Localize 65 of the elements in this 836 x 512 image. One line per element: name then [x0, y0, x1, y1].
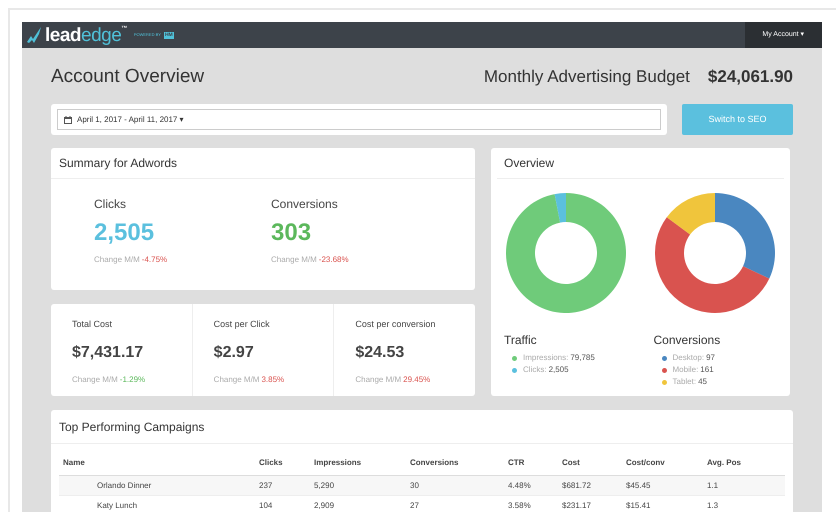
change-label: Change M/M [271, 254, 317, 266]
change-value: -1.29% [120, 374, 146, 386]
change-label: Change M/M [355, 374, 402, 386]
metric-label: Cost per conversion [355, 318, 436, 331]
change-label: Change M/M [214, 374, 260, 386]
metric-label: Cost per Click [214, 318, 271, 331]
table-cell-text: 1.1 [707, 480, 720, 492]
metric-value: $7,431.17 [72, 342, 144, 362]
column-header: Avg. Pos [707, 456, 742, 468]
date-range-field[interactable]: April 1, 2017 - April 11, 2017 ▾ [57, 109, 661, 130]
legend-value: 97 [706, 352, 715, 364]
change-value: 3.85% [261, 374, 284, 386]
table-cell-text: 4.48% [508, 480, 532, 492]
column-header: Clicks [259, 456, 284, 468]
column-header: Conversions [410, 456, 460, 468]
change-label: Change M/M [72, 374, 118, 386]
column-header: Cost/conv [626, 456, 666, 468]
table-cell-text: $681.72 [562, 480, 592, 492]
card-title: Top Performing Campaigns [51, 410, 793, 444]
legend-label: Tablet: [672, 376, 696, 388]
table-cell-text: 2,909 [314, 500, 336, 512]
legend-value: 45 [698, 376, 707, 388]
calendar-icon [64, 116, 72, 124]
metric-value: 2,505 [94, 218, 156, 248]
metric-value: $2.97 [214, 342, 255, 362]
legend-value: 2,505 [548, 364, 569, 376]
legend-label: Clicks: [523, 364, 547, 376]
legend-value: 161 [700, 364, 714, 376]
column-header: Impressions [314, 456, 362, 468]
table-cell-text: Orlando Dinner [96, 480, 152, 492]
legend-label: Mobile: [672, 364, 698, 376]
table-cell-text: 27 [410, 500, 420, 512]
table-cell-text: 30 [410, 480, 420, 492]
table-cell-text: $45.45 [626, 480, 652, 492]
metric-label: Conversions [271, 196, 339, 213]
metric-label: Total Cost [72, 318, 114, 331]
table-cell-text: 1.3 [707, 500, 720, 512]
table-cell-text: 237 [259, 480, 274, 492]
chart-title: Conversions [654, 332, 722, 349]
card-title: Summary for Adwords [51, 148, 475, 179]
metric-value: $24.53 [355, 342, 406, 362]
column-header: Cost [562, 456, 581, 468]
card-title: Overview [497, 148, 784, 179]
table-cell-text: 5,290 [314, 480, 336, 492]
change-value: -4.75% [142, 254, 168, 266]
legend-label: Impressions: [523, 352, 568, 364]
table-cell-text: $231.17 [562, 500, 592, 512]
change-label: Change M/M [94, 254, 140, 266]
table-cell-text: 104 [259, 500, 274, 512]
legend-value: 79,785 [570, 352, 595, 364]
page-title: Account Overview [51, 64, 206, 89]
change-value: 29.45% [403, 374, 430, 386]
table-cell-text: Katy Lunch [96, 500, 138, 512]
chart-title: Traffic [504, 332, 538, 349]
logo-icon [26, 26, 42, 44]
column-header: Name [62, 456, 86, 468]
table-cell-text: $15.41 [626, 500, 652, 512]
legend-label: Desktop: [672, 352, 704, 364]
change-value: -23.68% [318, 254, 349, 266]
column-header: CTR [508, 456, 526, 468]
budget-value: $24,061.90 [708, 66, 793, 88]
metric-value: 303 [271, 218, 312, 248]
budget-label: Monthly Advertising Budget [484, 66, 690, 88]
table-cell-text: 3.58% [508, 500, 532, 512]
metric-label: Clicks [94, 196, 127, 213]
